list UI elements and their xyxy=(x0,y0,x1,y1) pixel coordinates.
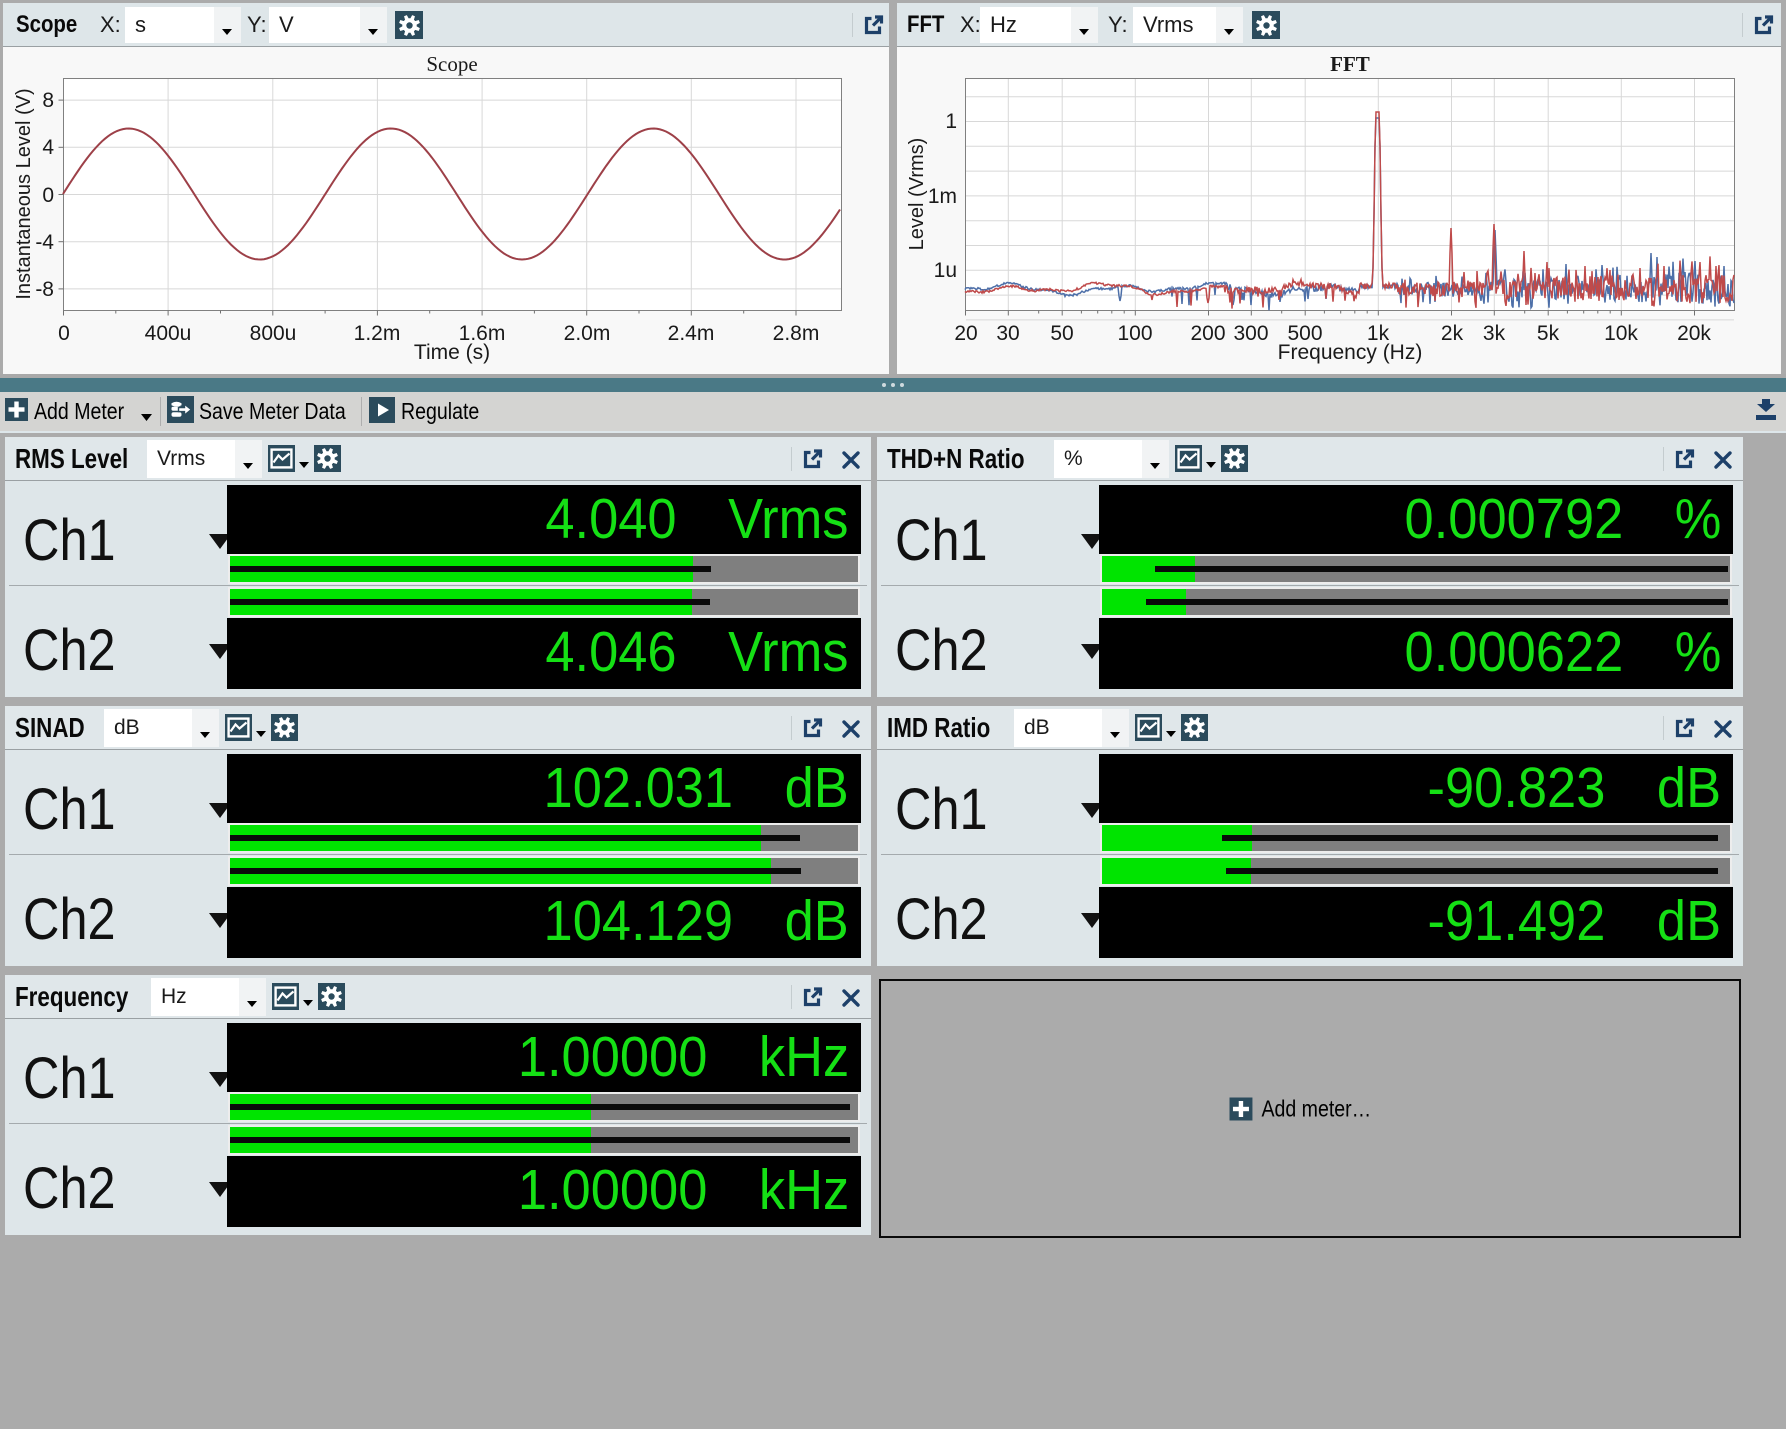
svg-text:Instantaneous Level (V): Instantaneous Level (V) xyxy=(13,88,35,299)
svg-text:0: 0 xyxy=(42,184,54,207)
svg-text:100: 100 xyxy=(1117,322,1152,345)
svg-text:Level (Vrms): Level (Vrms) xyxy=(906,138,928,251)
svg-text:300: 300 xyxy=(1233,322,1268,345)
svg-text:50: 50 xyxy=(1050,322,1073,345)
svg-text:10k: 10k xyxy=(1604,322,1638,345)
svg-text:2.8m: 2.8m xyxy=(773,322,820,345)
svg-text:5k: 5k xyxy=(1537,322,1560,345)
svg-text:-4: -4 xyxy=(35,231,54,254)
svg-text:8: 8 xyxy=(42,89,54,112)
svg-text:2k: 2k xyxy=(1441,322,1464,345)
svg-text:1u: 1u xyxy=(934,259,957,282)
svg-text:20k: 20k xyxy=(1677,322,1711,345)
svg-text:400u: 400u xyxy=(145,322,192,345)
svg-text:FFT: FFT xyxy=(1330,52,1370,76)
svg-text:-8: -8 xyxy=(35,278,54,301)
svg-text:Frequency (Hz): Frequency (Hz) xyxy=(1278,341,1423,364)
svg-text:Scope: Scope xyxy=(426,52,477,76)
svg-text:1.2m: 1.2m xyxy=(354,322,401,345)
svg-text:4: 4 xyxy=(42,136,54,159)
svg-text:2.4m: 2.4m xyxy=(668,322,715,345)
svg-text:1m: 1m xyxy=(928,185,957,208)
svg-text:0: 0 xyxy=(58,322,70,345)
svg-text:800u: 800u xyxy=(250,322,297,345)
svg-text:3k: 3k xyxy=(1483,322,1506,345)
svg-text:200: 200 xyxy=(1190,322,1225,345)
svg-text:30: 30 xyxy=(996,322,1019,345)
svg-text:2.0m: 2.0m xyxy=(564,322,611,345)
svg-text:Time (s): Time (s) xyxy=(414,341,490,364)
svg-text:1: 1 xyxy=(945,110,957,133)
svg-text:20: 20 xyxy=(954,322,977,345)
